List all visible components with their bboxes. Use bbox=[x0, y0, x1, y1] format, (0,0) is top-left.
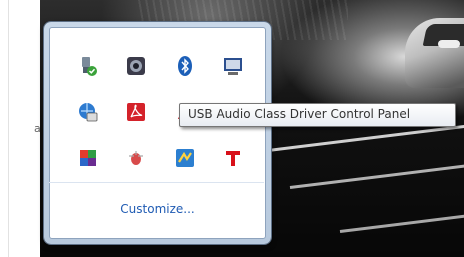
adobe-acrobat-icon[interactable] bbox=[124, 100, 148, 124]
network-connection-icon[interactable] bbox=[76, 100, 100, 124]
road-marking bbox=[339, 212, 464, 233]
customize-link[interactable]: Customize... bbox=[44, 202, 271, 216]
tooltip: USB Audio Class Driver Control Panel bbox=[179, 103, 456, 127]
windows-colored-icon[interactable] bbox=[76, 146, 100, 170]
update-manager-icon[interactable] bbox=[173, 146, 197, 170]
notification-area-overflow-panel: Customize... bbox=[44, 22, 271, 244]
left-window-edge bbox=[0, 0, 9, 257]
road-marking bbox=[259, 124, 464, 153]
usb-safely-remove-icon[interactable] bbox=[76, 54, 100, 78]
mouse-settings-icon[interactable] bbox=[124, 146, 148, 170]
display-settings-icon[interactable] bbox=[221, 54, 245, 78]
webcam-icon[interactable] bbox=[124, 54, 148, 78]
red-t-app-icon[interactable] bbox=[221, 146, 245, 170]
car-headlight bbox=[438, 40, 460, 48]
panel-divider bbox=[49, 182, 264, 183]
bluetooth-icon[interactable] bbox=[173, 54, 197, 78]
road-marking bbox=[289, 164, 464, 189]
